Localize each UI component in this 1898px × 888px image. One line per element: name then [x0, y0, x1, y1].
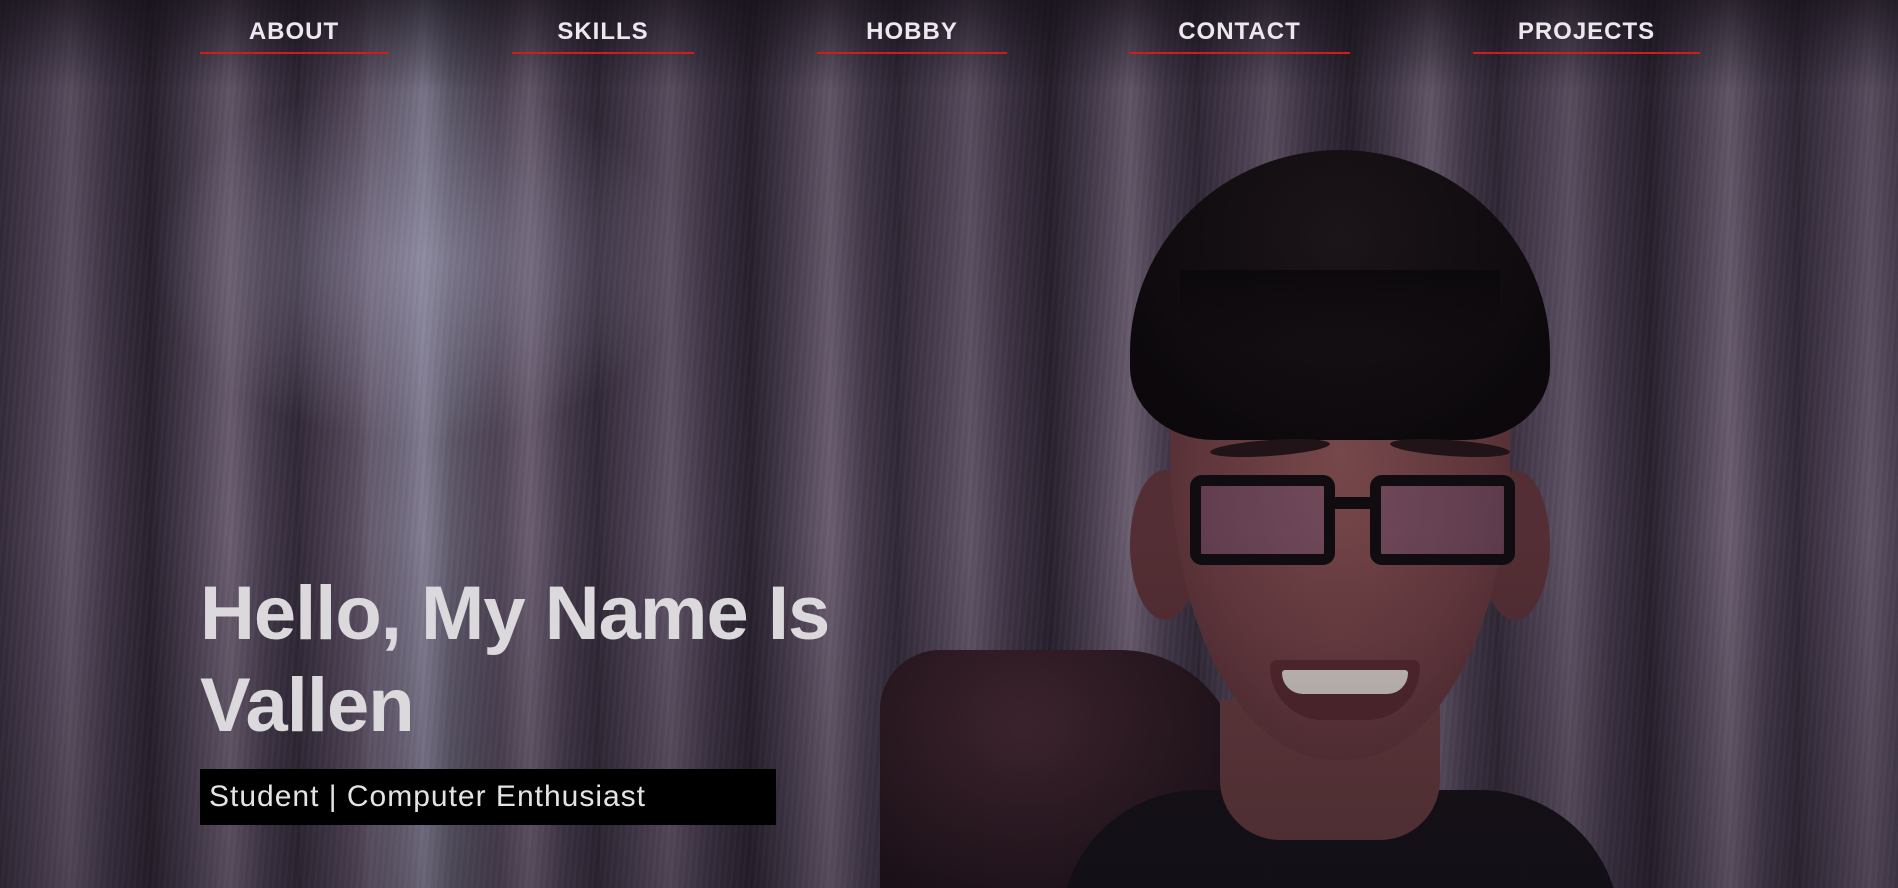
hero-headline: Hello, My Name Is Vallen: [200, 571, 830, 748]
dark-overlay: [0, 0, 1898, 888]
main-nav: ABOUT SKILLS HOBBY CONTACT PROJECTS: [0, 0, 1898, 58]
nav-link-hobby[interactable]: HOBBY: [817, 14, 1007, 54]
nav-link-about[interactable]: ABOUT: [200, 14, 388, 54]
nav-link-projects[interactable]: PROJECTS: [1473, 14, 1700, 54]
nav-link-skills[interactable]: SKILLS: [512, 14, 694, 54]
nav-link-contact[interactable]: CONTACT: [1129, 14, 1350, 54]
hero-section: ABOUT SKILLS HOBBY CONTACT PROJECTS Hell…: [0, 0, 1898, 888]
tagline-box: Student | Computer Enthusiast: [200, 769, 776, 825]
hero-tagline: Student | Computer Enthusiast: [209, 780, 647, 813]
